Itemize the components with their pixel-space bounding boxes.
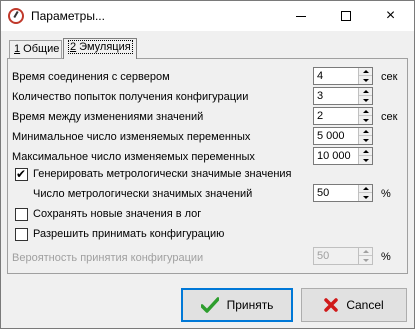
gauge-icon: [8, 8, 24, 24]
spin-up-button[interactable]: [359, 88, 372, 96]
spinner-arrows: [358, 148, 372, 164]
min-vars-value: 5 000: [317, 130, 345, 142]
tab-focus-rect: 2 Эмуляция: [68, 40, 133, 54]
spinner-arrows: [358, 68, 372, 84]
spinner-arrows: [358, 88, 372, 104]
gen-metro-label: Генерировать метрологически значимые зна…: [33, 168, 292, 180]
tab-general[interactable]: 1 Общие: [9, 40, 62, 58]
time-between-label: Время между изменениями значений: [12, 111, 204, 123]
config-attempts-label: Количество попыток получения конфигураци…: [12, 91, 249, 103]
config-prob-value: 50: [317, 250, 330, 262]
accept-button[interactable]: Принять: [181, 288, 293, 322]
connection-time-label: Время соединения с сервером: [12, 71, 170, 83]
spinner-arrows: [358, 248, 372, 264]
max-vars-label: Максимальное число изменяемых переменных: [12, 151, 255, 163]
spin-down-button[interactable]: [359, 76, 372, 84]
time-between-unit: сек: [381, 111, 398, 123]
spin-up-button[interactable]: [359, 108, 372, 116]
time-between-spinner[interactable]: 2: [313, 107, 373, 125]
connection-time-spinner[interactable]: 4: [313, 67, 373, 85]
max-vars-value: 10 000: [317, 150, 351, 162]
cancel-button[interactable]: Cancel: [301, 288, 407, 322]
window-title: Параметры...: [31, 9, 105, 23]
spinner-arrows: [358, 108, 372, 124]
spin-down-button[interactable]: [359, 136, 372, 144]
cancel-button-label: Cancel: [346, 298, 384, 312]
allow-config-checkbox[interactable]: [15, 228, 28, 241]
accept-button-label: Принять: [226, 298, 274, 312]
spin-down-button[interactable]: [359, 256, 372, 264]
metro-count-value: 50: [317, 187, 330, 199]
max-vars-spinner[interactable]: 10 000: [313, 147, 373, 165]
dialog-window: Параметры... × 1 Общие 2 Эмуляция Время …: [0, 0, 415, 329]
tab-general-label: Общие: [20, 43, 60, 55]
spin-up-button[interactable]: [359, 68, 372, 76]
connection-time-unit: сек: [381, 71, 398, 83]
spinner-arrows: [358, 185, 372, 201]
spin-up-button[interactable]: [359, 128, 372, 136]
save-log-label: Сохранять новые значения в лог: [33, 208, 202, 220]
config-attempts-spinner[interactable]: 3: [313, 87, 373, 105]
maximize-icon: [340, 11, 351, 21]
checkmark-icon: [200, 297, 219, 313]
emulation-panel: Время соединения с сервером 4 сек Количе…: [7, 58, 408, 274]
config-prob-unit: %: [381, 251, 391, 263]
time-between-value: 2: [317, 110, 324, 122]
save-log-checkbox[interactable]: [15, 208, 28, 221]
spin-down-button[interactable]: [359, 156, 372, 164]
close-icon: ×: [385, 7, 396, 24]
spinner-arrows: [358, 128, 372, 144]
allow-config-label: Разрешить принимать конфигурацию: [33, 228, 225, 240]
min-vars-label: Минимальное число изменяемых переменных: [12, 131, 251, 143]
metro-count-unit: %: [381, 188, 391, 200]
gen-metro-checkbox[interactable]: ✔: [15, 167, 28, 181]
maximize-button[interactable]: [323, 1, 368, 31]
tab-emulation[interactable]: 2 Эмуляция: [63, 38, 137, 59]
minimize-button[interactable]: [278, 1, 323, 31]
spin-up-button[interactable]: [359, 185, 372, 193]
connection-time-value: 4: [317, 70, 324, 82]
spin-down-button[interactable]: [359, 96, 372, 104]
spin-down-button[interactable]: [359, 193, 372, 201]
tab-emulation-label: Эмуляция: [76, 41, 131, 53]
spin-down-button[interactable]: [359, 116, 372, 124]
config-prob-spinner[interactable]: 50: [313, 247, 373, 265]
title-bar[interactable]: Параметры... ×: [1, 1, 414, 31]
config-prob-label: Вероятность принятия конфигурации: [12, 252, 204, 264]
min-vars-spinner[interactable]: 5 000: [313, 127, 373, 145]
config-attempts-value: 3: [317, 90, 324, 102]
spin-up-button[interactable]: [359, 248, 372, 256]
minimize-icon: [295, 15, 306, 17]
spin-up-button[interactable]: [359, 148, 372, 156]
checkmark-icon: ✔: [16, 167, 27, 181]
metro-count-spinner[interactable]: 50: [313, 184, 373, 202]
close-button[interactable]: ×: [368, 1, 413, 31]
metro-count-label: Число метрологически значимых значений: [33, 188, 253, 200]
x-icon: [324, 298, 339, 312]
